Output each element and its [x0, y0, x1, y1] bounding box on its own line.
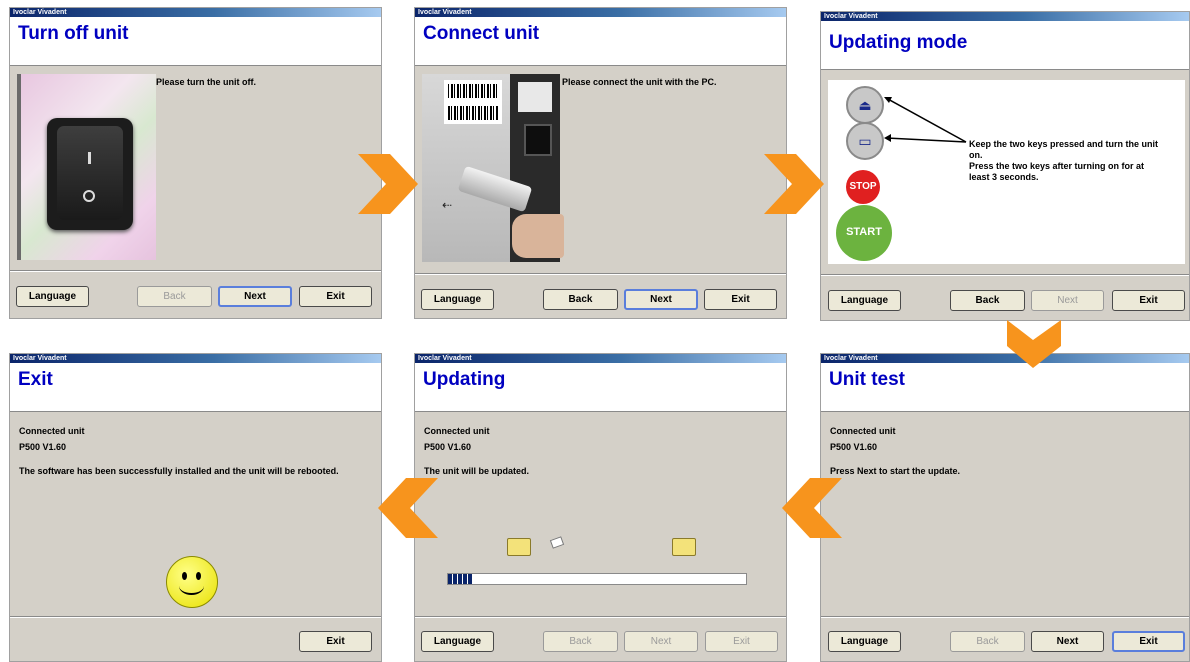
instruction-text-2: Press the two keys after turning on for … — [969, 161, 1145, 182]
unit-version: P500 V1.60 — [19, 442, 67, 452]
folder-icon — [672, 538, 696, 556]
arrow-left-icon — [378, 478, 438, 538]
back-button[interactable]: Back — [950, 290, 1025, 311]
exit-button[interactable]: Exit — [704, 289, 777, 310]
start-button-icon: START — [836, 205, 892, 261]
next-button[interactable]: Next — [624, 289, 698, 310]
back-button[interactable]: Back — [950, 631, 1025, 652]
exit-button[interactable]: Exit — [1112, 631, 1185, 652]
page-header: Unit test — [821, 363, 1189, 412]
page-title: Updating — [423, 369, 506, 390]
connected-unit-label: Connected unit — [19, 426, 85, 436]
connected-unit-label: Connected unit — [830, 426, 896, 436]
stop-label: STOP — [849, 181, 877, 192]
brand-bar: Ivoclar Vivadent — [10, 8, 381, 17]
switch-on-mark — [88, 152, 91, 164]
progress-fill — [448, 574, 472, 584]
brand-bar: Ivoclar Vivadent — [821, 12, 1189, 21]
usb-symbol: ⇠ — [442, 198, 453, 212]
hand — [512, 214, 564, 258]
page-title: Unit test — [829, 369, 905, 390]
footer-divider — [10, 616, 381, 618]
arrow-right-icon — [764, 154, 824, 214]
back-button[interactable]: Back — [543, 631, 618, 652]
arrow-down-icon — [1007, 320, 1061, 368]
language-button[interactable]: Language — [421, 631, 494, 652]
footer-divider — [415, 616, 786, 618]
panel-turn-off-unit: Ivoclar Vivadent Turn off unit Please tu… — [9, 7, 382, 319]
page-header: Updating — [415, 363, 786, 412]
panel-updating: Ivoclar Vivadent Updating Connected unit… — [414, 353, 787, 662]
next-button[interactable]: Next — [1031, 631, 1104, 652]
usb-connection-photo: ⇠ — [422, 74, 564, 262]
footer-divider — [415, 273, 786, 275]
brand-bar: Ivoclar Vivadent — [415, 8, 786, 17]
page-header: Connect unit — [415, 17, 786, 66]
instruction-text: Please connect the unit with the PC. — [562, 77, 717, 87]
footer-divider — [821, 274, 1189, 276]
back-button[interactable]: Back — [137, 286, 212, 307]
page-title: Updating mode — [829, 32, 968, 53]
page-header: Exit — [10, 363, 381, 412]
smiley-icon — [166, 556, 218, 608]
arrow-right-icon — [358, 154, 418, 214]
progress-bar — [447, 573, 747, 585]
exit-button[interactable]: Exit — [1112, 290, 1185, 311]
footer-divider — [821, 616, 1189, 618]
usb-port — [524, 124, 552, 156]
page-title: Turn off unit — [18, 23, 129, 44]
page-header: Updating mode — [821, 21, 1189, 70]
switch-off-mark — [83, 190, 95, 202]
exit-button[interactable]: Exit — [299, 286, 372, 307]
next-button[interactable]: Next — [624, 631, 698, 652]
switch-rocker — [57, 126, 123, 220]
switch-body — [47, 118, 133, 230]
panel-exit: Ivoclar Vivadent Exit Connected unit P50… — [9, 353, 382, 662]
page-title: Connect unit — [423, 23, 540, 44]
unit-version: P500 V1.60 — [424, 442, 472, 452]
footer-divider — [10, 270, 381, 272]
panel-unit-test: Ivoclar Vivadent Unit test Connected uni… — [820, 353, 1190, 662]
brand-bar: Ivoclar Vivadent — [10, 354, 381, 363]
back-button[interactable]: Back — [543, 289, 618, 310]
folder-icon — [507, 538, 531, 556]
page-header: Turn off unit — [10, 17, 381, 66]
arrow-left-icon — [782, 478, 842, 538]
keypad-illustration: ⏏ ▭ STOP START Keep the two keys pressed… — [828, 80, 1185, 264]
instruction-text-1: Keep the two keys pressed and turn the u… — [969, 139, 1159, 160]
exit-button[interactable]: Exit — [705, 631, 778, 652]
unit-version: P500 V1.60 — [830, 442, 878, 452]
status-message: Press Next to start the update. — [830, 466, 961, 476]
page-title: Exit — [18, 369, 53, 390]
exit-button[interactable]: Exit — [299, 631, 372, 652]
language-button[interactable]: Language — [16, 286, 89, 307]
language-button[interactable]: Language — [828, 631, 901, 652]
stop-button-icon: STOP — [846, 170, 880, 204]
language-button[interactable]: Language — [421, 289, 494, 310]
barcode-label — [444, 80, 502, 124]
start-label: START — [846, 226, 882, 238]
power-switch-photo — [17, 74, 156, 260]
language-button[interactable]: Language — [828, 290, 901, 311]
flying-file-icon — [549, 536, 565, 549]
panel-connect-unit: Ivoclar Vivadent Connect unit ⇠ Please c… — [414, 7, 787, 319]
next-button[interactable]: Next — [1031, 290, 1104, 311]
next-button[interactable]: Next — [218, 286, 292, 307]
panel-updating-mode: Ivoclar Vivadent Updating mode ⏏ ▭ STOP … — [820, 11, 1190, 321]
status-message: The software has been successfully insta… — [19, 466, 339, 476]
connected-unit-label: Connected unit — [424, 426, 490, 436]
brand-bar: Ivoclar Vivadent — [415, 354, 786, 363]
instruction-text: Please turn the unit off. — [156, 77, 257, 87]
